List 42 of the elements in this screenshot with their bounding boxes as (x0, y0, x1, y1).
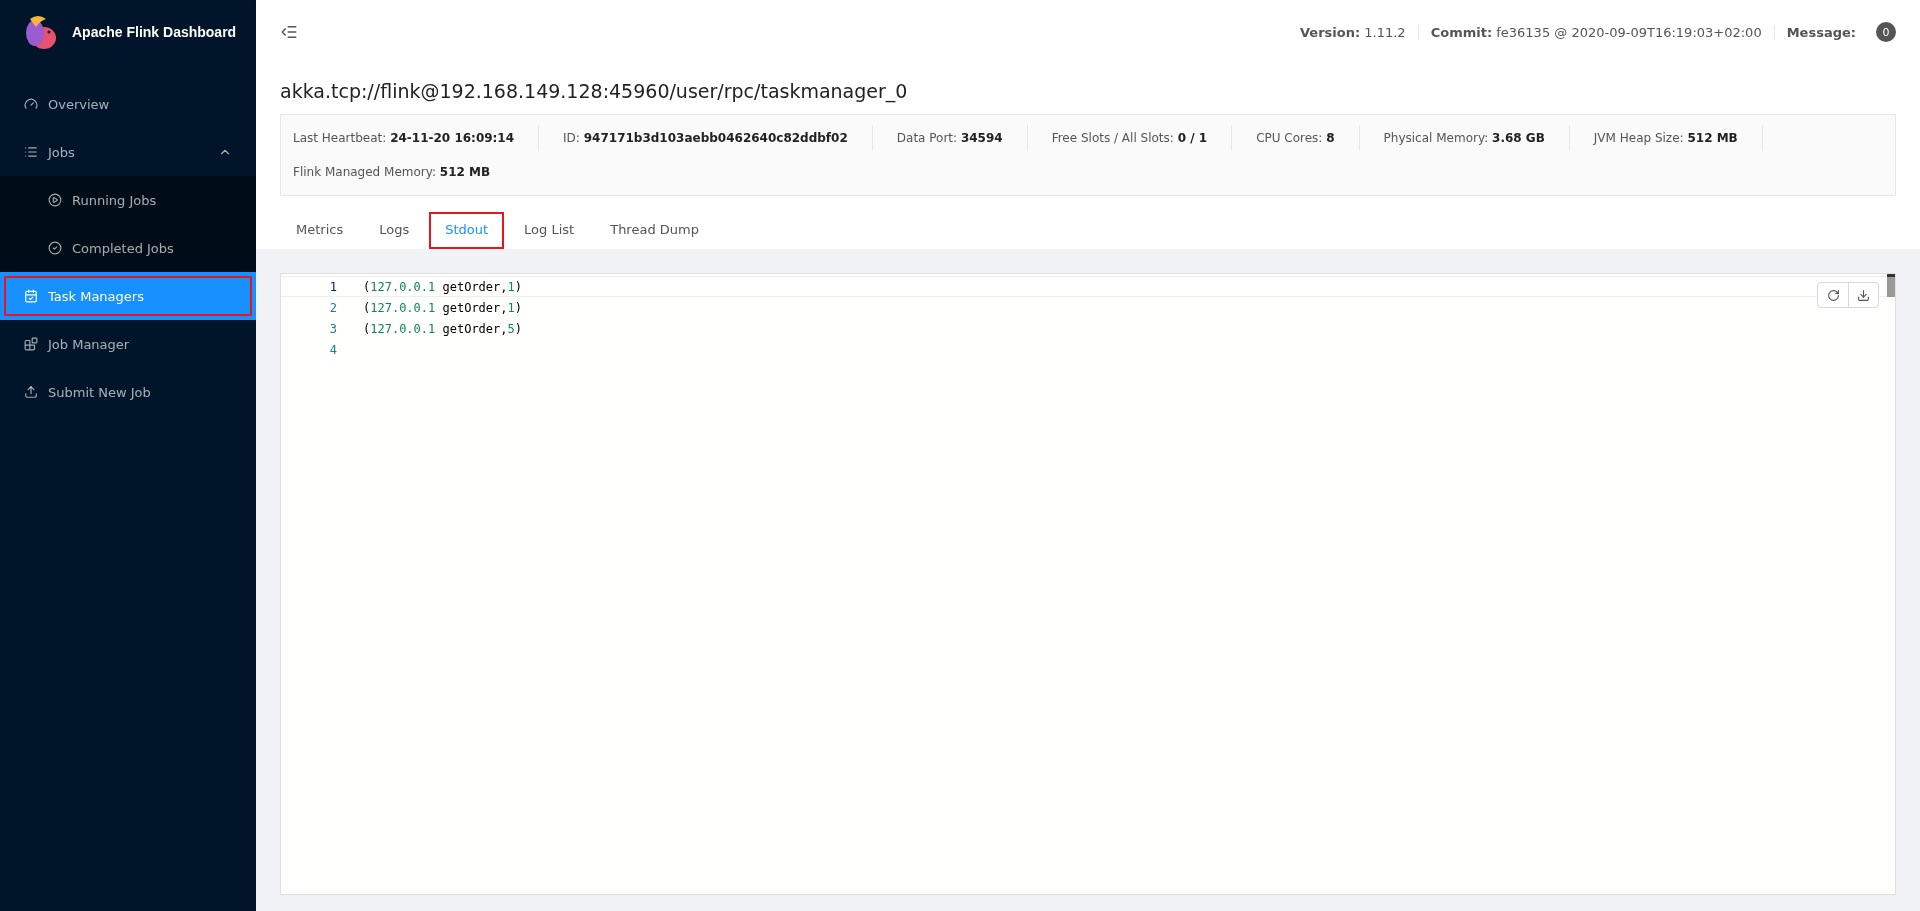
app-title: Apache Flink Dashboard (72, 24, 237, 40)
message-label: Message: (1785, 24, 1856, 40)
page-title: akka.tcp://flink@192.168.149.128:45960/user/rpc/taskmanager_0 (280, 80, 909, 102)
collapse-menu-icon[interactable] (280, 23, 298, 41)
refresh-icon (1826, 288, 1840, 302)
blocks-icon (24, 337, 38, 351)
menu-item[interactable]: Job Manager (0, 320, 256, 368)
scrollbar-thumb[interactable] (1887, 274, 1895, 297)
info-field: Physical Memory: 3.68 GB (1383, 125, 1570, 151)
code-line: (127.0.0.1 getOrder,1) (363, 300, 522, 315)
squirrel-logo (24, 13, 58, 51)
menu-item[interactable]: Submit New Job (0, 368, 256, 416)
code-editor[interactable]: 1 (127.0.0.1 getOrder,1) 2 (127.0.0.1 getOrder,1) 3 (127.0.0.1 getOrder,5) 4 (280, 273, 1896, 895)
tab[interactable]: Thread Dump (594, 212, 715, 249)
upload-icon (24, 385, 38, 399)
info-field: Flink Managed Memory: 512 MB (293, 159, 515, 185)
line-number: 1 (328, 279, 338, 294)
tab[interactable]: Metrics (280, 212, 360, 249)
info-field: CPU Cores: 8 (1256, 125, 1360, 151)
line-number: 2 (328, 300, 338, 315)
list-icon (24, 145, 38, 159)
line-number: 4 (328, 342, 338, 357)
line-number: 3 (328, 321, 338, 336)
info-field: Data Port: 34594 (896, 125, 1028, 151)
tab[interactable]: Logs (363, 212, 426, 249)
info-field: Free Slots / All Slots: 0 / 1 (1051, 125, 1233, 151)
message-count[interactable]: 0 (1876, 22, 1896, 42)
info-field: JVM Heap Size: 512 MB (1593, 125, 1763, 151)
tab[interactable]: Log List (508, 212, 591, 249)
calendar-icon (24, 289, 38, 303)
play-circle-icon (48, 193, 62, 207)
code-line: (127.0.0.1 getOrder,5) (363, 321, 522, 336)
header-info: Version: 1.11.2 (1288, 24, 1419, 40)
code-line: (127.0.0.1 getOrder,1) (363, 279, 522, 294)
info-field: ID: 947171b3d103aebb0462640c82ddbf02 (563, 125, 873, 151)
menu-item[interactable]: Overview (0, 80, 256, 128)
info-field: Last Heartbeat: 24-11-20 16:09:14 (293, 125, 540, 151)
gauge-icon (24, 97, 38, 111)
check-circle-icon (48, 241, 62, 255)
download-icon (1857, 288, 1870, 302)
menu-item[interactable]: Jobs (0, 128, 256, 176)
header-info: Commit: fe36135 @ 2020-09-09T16:19:03+02:00 (1418, 24, 1775, 40)
